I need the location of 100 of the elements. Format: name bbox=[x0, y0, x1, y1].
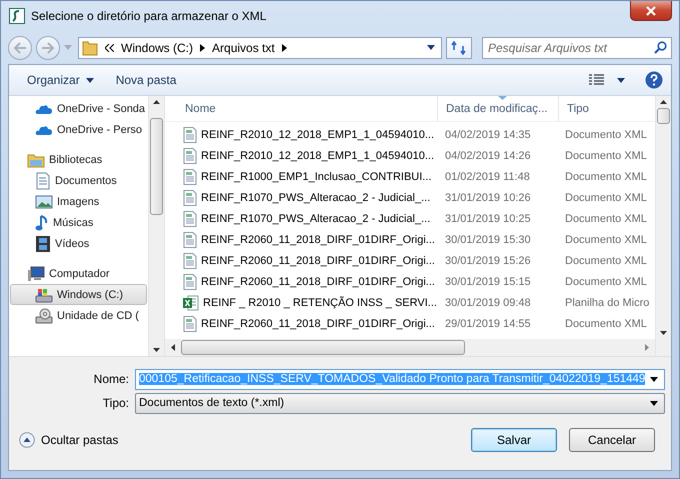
caret-icon bbox=[650, 400, 658, 406]
file-type: Documento XML bbox=[564, 276, 648, 288]
xml-document-icon bbox=[183, 148, 197, 164]
scroll-up-icon[interactable] bbox=[153, 100, 160, 104]
sidebar-item[interactable]: Vídeos bbox=[9, 233, 148, 254]
modified-date: 01/02/2019 11:48 bbox=[444, 170, 531, 183]
window-title: Selecione o diretório para armazenar o XML bbox=[31, 9, 266, 23]
scroll-left-icon[interactable] bbox=[171, 344, 175, 351]
modified-date: 30/01/2019 15:15 bbox=[444, 276, 532, 288]
file-name[interactable]: REINF_R1070_PWS_Alteracao_2 - Judicial_... bbox=[201, 212, 430, 225]
scrollbar-thumb[interactable] bbox=[150, 118, 163, 215]
search-field[interactable]: Pesquisar Arquivos txt bbox=[482, 36, 672, 58]
app-icon bbox=[9, 8, 25, 24]
name-label: Nome: bbox=[92, 372, 129, 386]
file-type: Documento XML bbox=[564, 318, 648, 330]
file-name[interactable]: REINF_R2010_12_2018_EMP1_1_04594010... bbox=[201, 128, 434, 141]
hide-folders-button[interactable]: Ocultar pastas bbox=[19, 432, 118, 448]
scrollbar-thumb[interactable] bbox=[181, 340, 465, 355]
library-folder-icon bbox=[27, 152, 45, 168]
column-header[interactable]: Tipo bbox=[559, 96, 655, 121]
computer-icon bbox=[27, 266, 45, 282]
modified-date: 30/01/2019 09:48 bbox=[444, 297, 532, 310]
sidebar-item[interactable]: Documentos bbox=[9, 170, 148, 191]
file-type: Documento XML bbox=[564, 234, 648, 246]
scroll-right-icon[interactable] bbox=[645, 344, 649, 351]
column-header[interactable]: Data de modificaç... bbox=[438, 96, 559, 121]
close-button[interactable] bbox=[630, 1, 672, 21]
document-icon bbox=[35, 172, 51, 190]
file-type: Documento XML bbox=[564, 212, 648, 225]
address-bar[interactable]: Windows (C:) Arquivos txt bbox=[78, 36, 442, 58]
scroll-down-icon[interactable] bbox=[660, 331, 667, 335]
music-note-icon bbox=[35, 214, 49, 232]
forward-arrow-icon bbox=[41, 42, 55, 54]
arrow-icon[interactable] bbox=[200, 44, 206, 52]
list-view-icon[interactable] bbox=[589, 74, 605, 86]
chevrons-icon[interactable] bbox=[105, 44, 114, 52]
new-folder-button[interactable]: Nova pasta bbox=[108, 70, 184, 90]
file-type: Documento XML bbox=[564, 128, 648, 141]
xml-document-icon bbox=[183, 190, 197, 206]
file-name[interactable]: REINF _ R2010 _ RETENÇÃO INSS _ SERVI... bbox=[203, 297, 437, 310]
file-type: Planilha do Micro bbox=[564, 297, 650, 310]
xml-document-icon bbox=[183, 274, 197, 290]
film-strip-icon bbox=[35, 234, 51, 252]
cd-drive-icon bbox=[35, 308, 53, 324]
file-name[interactable]: REINF_R2060_11_2018_DIRF_01DIRF_Origi... bbox=[201, 234, 435, 246]
picture-icon bbox=[35, 194, 53, 208]
xml-document-icon bbox=[183, 232, 197, 248]
arrow-icon[interactable] bbox=[282, 44, 287, 52]
xml-document-icon bbox=[183, 168, 197, 185]
horizontal-scrollbar[interactable] bbox=[165, 339, 655, 356]
vertical-scrollbar[interactable] bbox=[148, 96, 164, 356]
file-name[interactable]: REINF_R2010_12_2018_EMP1_1_04594010... bbox=[201, 150, 434, 162]
modified-date: 30/01/2019 15:26 bbox=[444, 255, 532, 268]
cloud-icon bbox=[35, 102, 53, 114]
breadcrumb-item[interactable]: Windows (C:) bbox=[121, 40, 194, 54]
file-type: Documento XML bbox=[564, 150, 648, 162]
modified-date: 31/01/2019 10:25 bbox=[444, 212, 532, 225]
file-type: Documento XML bbox=[564, 170, 648, 183]
file-name[interactable]: REINF_R1070_PWS_Alteracao_2 - Judicial_... bbox=[201, 192, 430, 204]
caret-icon[interactable] bbox=[427, 45, 435, 50]
spreadsheet-icon bbox=[183, 295, 199, 312]
sidebar-item[interactable]: Músicas bbox=[9, 212, 148, 233]
modified-date: 29/01/2019 14:55 bbox=[444, 318, 532, 330]
file-name[interactable]: REINF_R2060_11_2018_DIRF_01DIRF_Origi... bbox=[201, 318, 435, 330]
xml-document-icon bbox=[183, 253, 197, 270]
xml-document-icon bbox=[183, 316, 197, 332]
refresh-button[interactable] bbox=[446, 36, 472, 58]
scroll-down-icon[interactable] bbox=[153, 348, 160, 352]
file-type: Documento XML bbox=[564, 255, 648, 268]
sidebar-item[interactable]: Windows (C:) bbox=[10, 284, 147, 305]
help-icon[interactable] bbox=[645, 71, 663, 89]
dialog-button[interactable]: Salvar bbox=[471, 428, 557, 452]
caret-icon[interactable] bbox=[650, 376, 658, 382]
file-type: Documento XML bbox=[564, 192, 648, 204]
column-header[interactable]: Nome bbox=[165, 96, 438, 121]
dialog-button[interactable]: Cancelar bbox=[569, 428, 655, 452]
sidebar-group-header[interactable]: Bibliotecas bbox=[9, 149, 148, 170]
file-type-dropdown[interactable]: Documentos de texto (*.xml) bbox=[135, 392, 665, 414]
modified-date: 30/01/2019 15:30 bbox=[444, 234, 532, 246]
organize-button[interactable]: Organizar bbox=[19, 70, 102, 90]
modified-date: 04/02/2019 14:26 bbox=[444, 150, 532, 162]
sidebar-item[interactable]: OneDrive - Perso bbox=[9, 119, 148, 140]
scroll-up-icon[interactable] bbox=[660, 100, 667, 104]
file-name[interactable]: REINF_R2060_11_2018_DIRF_01DIRF_Origi... bbox=[201, 276, 435, 288]
file-name[interactable]: REINF_R2060_11_2018_DIRF_01DIRF_Origi... bbox=[201, 255, 435, 268]
type-label: Tipo: bbox=[102, 396, 129, 410]
sidebar-group-header[interactable]: Computador bbox=[9, 263, 148, 284]
sidebar-item[interactable]: Imagens bbox=[9, 191, 148, 212]
breadcrumb-item[interactable]: Arquivos txt bbox=[212, 40, 275, 54]
xml-document-icon bbox=[183, 210, 197, 227]
caret-icon[interactable] bbox=[617, 78, 625, 82]
sidebar-item[interactable]: Unidade de CD ( bbox=[9, 305, 148, 326]
scrollbar-thumb[interactable] bbox=[657, 108, 670, 124]
modified-date: 04/02/2019 14:35 bbox=[444, 128, 532, 141]
vertical-scrollbar[interactable] bbox=[655, 96, 671, 356]
refresh-arrows-icon bbox=[451, 40, 467, 54]
file-name[interactable]: REINF_R1000_EMP1_Inclusao_CONTRIBUI... bbox=[201, 170, 432, 183]
close-icon bbox=[645, 6, 657, 16]
search-icon bbox=[654, 40, 667, 54]
sidebar-item[interactable]: OneDrive - Sonda bbox=[9, 98, 148, 119]
